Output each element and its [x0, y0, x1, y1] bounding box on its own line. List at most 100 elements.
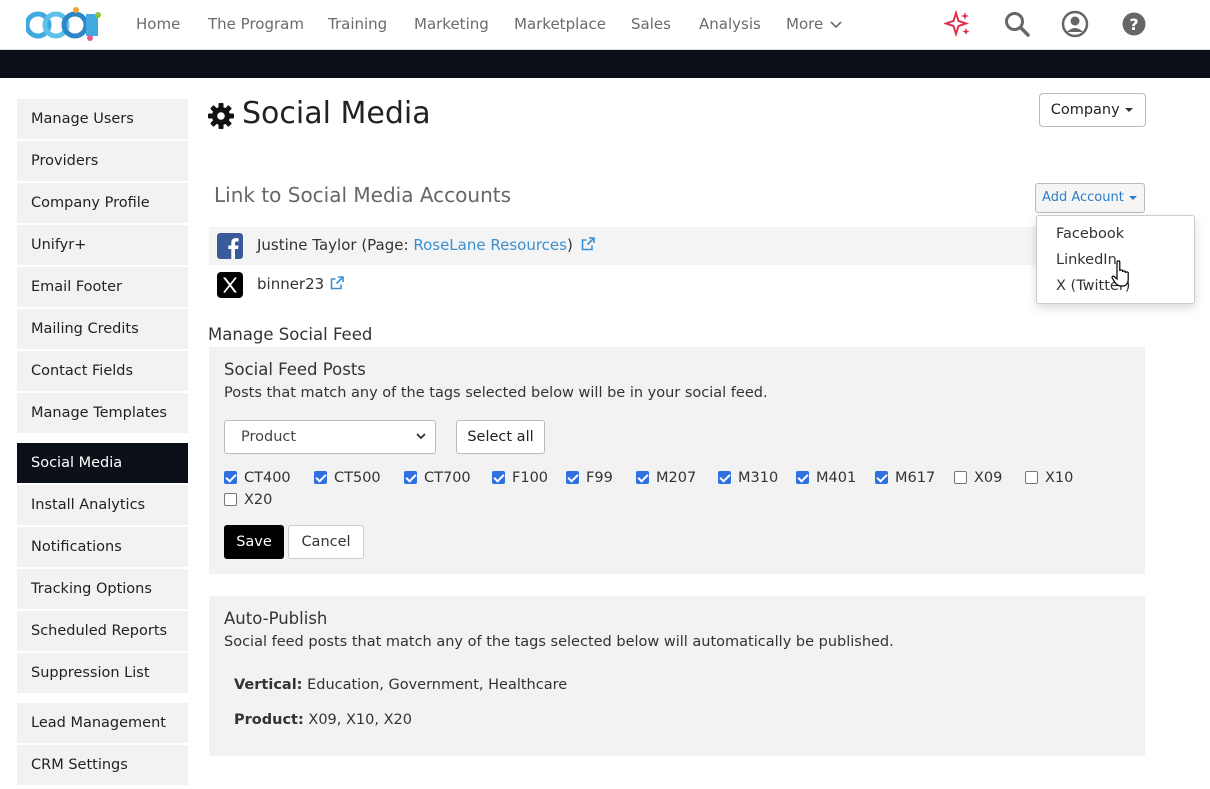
menu-item-linkedin[interactable]: LinkedIn: [1056, 252, 1117, 268]
tag-checkbox-x20[interactable]: X20: [224, 492, 272, 510]
ccoe-logo[interactable]: [26, 6, 106, 44]
nav-analysis[interactable]: Analysis: [699, 15, 761, 33]
sidebar-item-install-analytics[interactable]: Install Analytics: [17, 485, 188, 525]
tag-checkbox-f100[interactable]: F100: [492, 470, 548, 488]
sidebar-item-contact-fields[interactable]: Contact Fields: [17, 351, 188, 391]
checkbox-checked[interactable]: [404, 471, 417, 484]
company-dropdown-button[interactable]: Company: [1039, 93, 1146, 127]
social-feed-description: Posts that match any of the tags selecte…: [224, 385, 768, 401]
tag-category-select[interactable]: Product: [224, 420, 436, 454]
tag-checkbox-x09[interactable]: X09: [954, 470, 1002, 488]
tag-label: X10: [1045, 470, 1074, 486]
social-feed-posts-title: Social Feed Posts: [224, 360, 366, 379]
account-row-x: binner23: [209, 266, 1145, 304]
social-feed-panel: Social Feed Posts Posts that match any o…: [209, 347, 1145, 574]
x-account-handle: binner23: [257, 275, 325, 293]
facebook-page-link[interactable]: RoseLane Resources: [413, 236, 567, 254]
sidebar-item-providers[interactable]: Providers: [17, 141, 188, 181]
facebook-account-suffix: ): [566, 236, 573, 254]
tag-checkbox-m207[interactable]: M207: [636, 470, 696, 488]
product-label: Product:: [234, 712, 304, 728]
vertical-label: Vertical:: [234, 677, 303, 693]
tag-label: F100: [512, 470, 549, 486]
tag-label: M617: [895, 470, 936, 486]
search-icon[interactable]: [1003, 10, 1031, 38]
save-button[interactable]: Save: [224, 525, 284, 559]
tag-label: M310: [738, 470, 779, 486]
tag-checkbox-ct400[interactable]: CT400: [224, 470, 291, 488]
facebook-account-name: Justine Taylor (Page: RoseLane Resources…: [257, 236, 595, 254]
user-icon[interactable]: [1061, 10, 1089, 38]
help-icon[interactable]: ?: [1120, 10, 1148, 38]
tag-checkbox-m617[interactable]: M617: [875, 470, 935, 488]
auto-publish-description: Social feed posts that match any of the …: [224, 634, 894, 650]
checkbox-unchecked[interactable]: [224, 493, 237, 506]
checkbox-checked[interactable]: [718, 471, 731, 484]
facebook-icon: [217, 233, 243, 259]
tag-checkbox-m401[interactable]: M401: [796, 470, 856, 488]
sidebar-item-manage-templates[interactable]: Manage Templates: [17, 393, 188, 433]
nav-marketplace[interactable]: Marketplace: [514, 15, 606, 33]
add-account-label: Add Account: [1042, 190, 1124, 205]
checkbox-unchecked[interactable]: [954, 471, 967, 484]
sidebar-item-social-media[interactable]: Social Media: [17, 443, 188, 483]
sidebar-item-tracking-options[interactable]: Tracking Options: [17, 569, 188, 609]
checkbox-checked[interactable]: [314, 471, 327, 484]
sidebar-item-mailing-credits[interactable]: Mailing Credits: [17, 309, 188, 349]
sidebar-item-lead-management[interactable]: Lead Management: [17, 703, 188, 743]
tag-label: M401: [816, 470, 857, 486]
tag-label: F99: [586, 470, 613, 486]
nav-training[interactable]: Training: [328, 15, 387, 33]
checkbox-checked[interactable]: [875, 471, 888, 484]
nav-marketing[interactable]: Marketing: [414, 15, 489, 33]
gear-icon: [208, 103, 234, 129]
tag-label: CT500: [334, 470, 381, 486]
sidebar-item-company-profile[interactable]: Company Profile: [17, 183, 188, 223]
tag-label: M207: [656, 470, 697, 486]
add-account-button[interactable]: Add Account: [1035, 183, 1145, 213]
nav-more-label: More: [786, 15, 824, 33]
external-link-icon[interactable]: [581, 237, 595, 251]
tag-checkbox-f99[interactable]: F99: [566, 470, 613, 488]
sidebar-item-email-footer[interactable]: Email Footer: [17, 267, 188, 307]
sidebar-item-manage-users[interactable]: Manage Users: [17, 99, 188, 139]
top-navbar: Home The Program Training Marketing Mark…: [0, 0, 1210, 50]
checkbox-checked[interactable]: [492, 471, 505, 484]
chevron-down-icon: [416, 433, 426, 440]
link-accounts-title: Link to Social Media Accounts: [214, 183, 512, 207]
caret-down-icon: [1125, 108, 1134, 112]
x-twitter-icon: [217, 272, 243, 298]
tag-label: CT700: [424, 470, 471, 486]
sidebar-item-unifyr[interactable]: Unifyr+: [17, 225, 188, 265]
menu-item-facebook[interactable]: Facebook: [1056, 226, 1124, 242]
sparkle-icon[interactable]: [944, 10, 972, 38]
nav-home[interactable]: Home: [136, 15, 180, 33]
nav-sales[interactable]: Sales: [631, 15, 671, 33]
manage-social-feed-title: Manage Social Feed: [208, 325, 373, 344]
checkbox-checked[interactable]: [224, 471, 237, 484]
tag-label: X20: [244, 492, 273, 508]
sidebar-item-suppression-list[interactable]: Suppression List: [17, 653, 188, 693]
vertical-tags: Vertical: Education, Government, Healthc…: [234, 677, 567, 693]
sidebar-item-scheduled-reports[interactable]: Scheduled Reports: [17, 611, 188, 651]
checkbox-checked[interactable]: [566, 471, 579, 484]
auto-publish-panel: Auto-Publish Social feed posts that matc…: [209, 596, 1145, 756]
select-all-button[interactable]: Select all: [456, 420, 545, 454]
checkbox-unchecked[interactable]: [1025, 471, 1038, 484]
auto-publish-title: Auto-Publish: [224, 609, 328, 628]
x-account-name: binner23: [257, 275, 344, 293]
tag-checkbox-x10[interactable]: X10: [1025, 470, 1073, 488]
external-link-icon[interactable]: [330, 276, 344, 290]
tag-checkbox-m310[interactable]: M310: [718, 470, 778, 488]
tag-label: X09: [974, 470, 1003, 486]
checkbox-checked[interactable]: [796, 471, 809, 484]
checkbox-checked[interactable]: [636, 471, 649, 484]
nav-more[interactable]: More: [786, 15, 842, 33]
account-row-facebook: Justine Taylor (Page: RoseLane Resources…: [209, 227, 1145, 265]
tag-checkbox-ct500[interactable]: CT500: [314, 470, 381, 488]
cancel-button[interactable]: Cancel: [288, 525, 364, 559]
sidebar-item-notifications[interactable]: Notifications: [17, 527, 188, 567]
tag-checkbox-ct700[interactable]: CT700: [404, 470, 471, 488]
nav-the-program[interactable]: The Program: [208, 15, 304, 33]
sidebar-item-crm-settings[interactable]: CRM Settings: [17, 745, 188, 785]
